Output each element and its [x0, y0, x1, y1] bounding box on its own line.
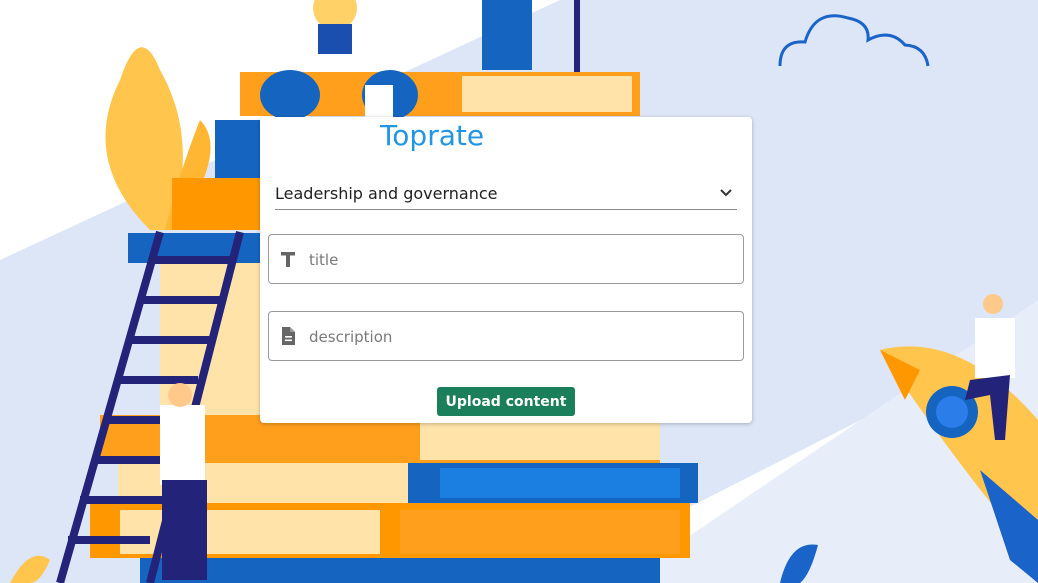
upload-content-button[interactable]: Upload content	[437, 387, 575, 416]
description-field[interactable]	[268, 311, 744, 361]
category-select[interactable]: Leadership and governance	[275, 181, 737, 210]
book	[420, 420, 660, 460]
document-icon	[282, 327, 295, 345]
book	[440, 468, 680, 498]
book	[462, 76, 632, 112]
person-on-ladder	[160, 383, 207, 580]
category-select-value: Leadership and governance	[275, 184, 498, 203]
book	[400, 510, 680, 554]
upload-form-card: Toprate Leadership and governance Upload…	[260, 117, 752, 423]
brand-title: Toprate	[379, 119, 485, 152]
lightbulb-base	[318, 24, 352, 54]
description-input[interactable]	[307, 320, 731, 354]
book	[140, 558, 660, 583]
title-input[interactable]	[307, 243, 731, 277]
title-field[interactable]	[268, 234, 744, 284]
chevron-down-icon[interactable]	[719, 186, 733, 200]
text-format-icon	[281, 252, 295, 267]
book	[172, 178, 262, 230]
book	[215, 120, 265, 180]
plant-leaves	[105, 47, 183, 230]
